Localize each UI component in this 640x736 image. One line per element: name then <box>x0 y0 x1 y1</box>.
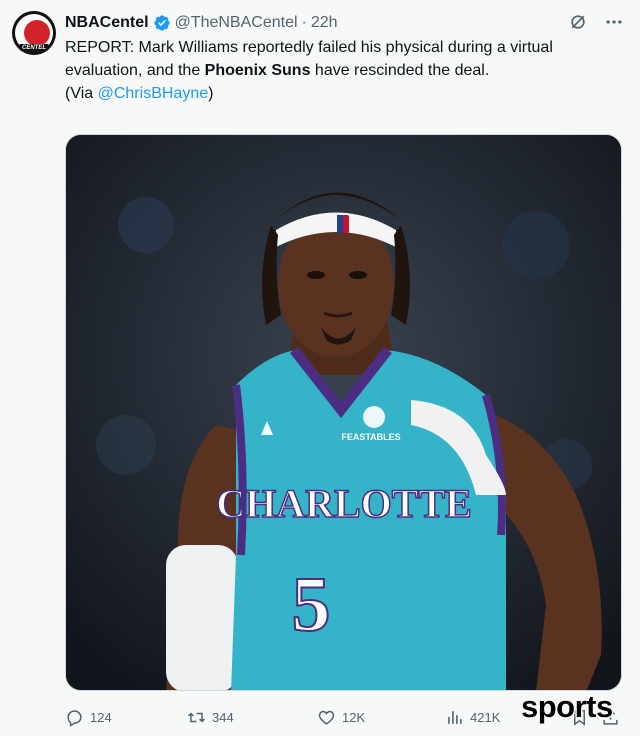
like-icon <box>318 710 335 725</box>
like-button[interactable]: 12K <box>317 705 365 729</box>
jersey-number: 5 <box>292 560 331 647</box>
views-button[interactable]: 421K <box>445 705 500 729</box>
tweet-text: REPORT: Mark Williams reportedly failed … <box>65 36 620 105</box>
via-suffix: ) <box>208 85 214 102</box>
tweet-text-bold: Phoenix Suns <box>204 62 311 79</box>
retweet-icon <box>188 711 205 723</box>
tweet-media-photo[interactable]: CHARLOTTE 5 FEASTABLES <box>65 134 622 691</box>
avatar-logo-text: CENTEL <box>19 44 49 52</box>
more-icon[interactable] <box>604 12 624 32</box>
verified-badge-icon <box>153 14 171 32</box>
watermark-logo: sports <box>521 689 613 724</box>
tweet-header: NBACentel @TheNBACentel · 22h <box>65 12 338 34</box>
views-count: 421K <box>470 709 501 725</box>
jersey-team-name: CHARLOTTE <box>216 481 472 526</box>
arm-sleeve <box>166 545 238 690</box>
via-mention-link[interactable]: @ChrisBHayne <box>98 85 209 102</box>
reply-button[interactable]: 124 <box>65 705 112 729</box>
avatar-logo: CENTEL <box>15 14 53 52</box>
reply-count: 124 <box>90 709 112 725</box>
retweet-count: 344 <box>212 709 234 725</box>
tweet-top-actions <box>568 12 624 32</box>
tweet-body: REPORT: Mark Williams reportedly failed … <box>65 36 620 82</box>
via-prefix: (Via <box>65 85 98 102</box>
tweet-text-part2: have rescinded the deal. <box>310 62 490 79</box>
author-name[interactable]: NBACentel <box>65 14 149 32</box>
tweet-via: (Via @ChrisBHayne) <box>65 82 620 105</box>
reply-icon <box>67 709 82 727</box>
tweet-card[interactable]: CENTEL NBACentel @TheNBACentel · 22h REP… <box>0 0 640 736</box>
avatar[interactable]: CENTEL <box>12 11 56 55</box>
like-count: 12K <box>342 709 366 725</box>
basketball-logo-icon <box>24 20 50 46</box>
views-icon <box>448 710 462 724</box>
grok-icon[interactable] <box>568 12 588 32</box>
author-handle[interactable]: @TheNBACentel <box>175 14 298 32</box>
header-separator: · <box>301 14 307 31</box>
jersey-patch: FEASTABLES <box>341 432 400 442</box>
retweet-button[interactable]: 344 <box>187 705 234 729</box>
tweet-timestamp[interactable]: 22h <box>311 14 338 32</box>
